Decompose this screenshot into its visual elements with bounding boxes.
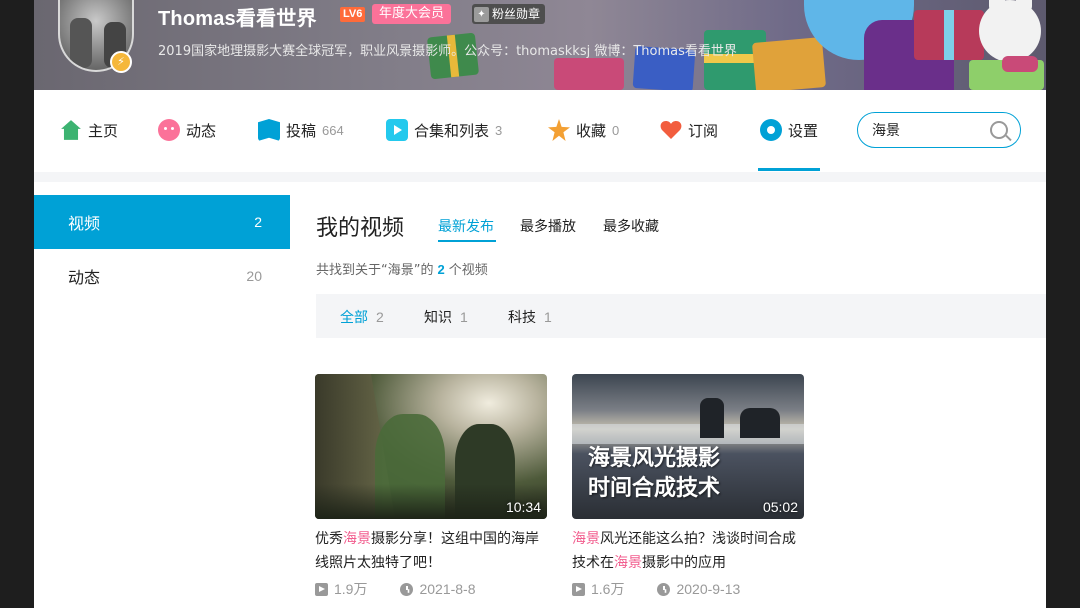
play-count-icon [315,582,328,596]
nav-item-label: 主页 [88,121,119,140]
video-meta: 1.6万 2020-9-13 [572,579,804,599]
space-nav: 主页 动态 投稿 664 合集和列表 3 收藏 0 订阅 设置 [34,90,1046,172]
search-result-sidebar: 视频 2 动态 20 [34,182,290,608]
home-icon [61,120,81,140]
settings-icon [760,119,782,141]
nav-item-label: 动态 [186,121,217,140]
fans-medal-label: 粉丝勋章 [492,7,541,21]
sidebar-item-count: 2 [254,214,262,230]
subscribe-icon [660,119,682,141]
nav-item-dynamic[interactable]: 动态 [158,118,216,142]
nav-item-label: 设置 [788,121,819,140]
keyword-highlight: 海景 [343,531,371,547]
user-signature: 2019国家地理摄影大赛全球冠军，职业风景摄影师。公众号：thomaskksj … [158,44,737,59]
favorite-icon [548,119,570,141]
play-count-icon [572,582,585,596]
nav-active-indicator [758,168,820,171]
tab-most-played[interactable]: 最多播放 [520,216,576,236]
medal-icon: ✦ [474,6,489,22]
publish-date: 2020-9-13 [676,581,741,597]
video-duration: 05:02 [762,499,798,515]
search-results: 我的视频 最新发布 最多播放 最多收藏 共找到关于“海景”的 2 个视频 全部 2 知… [290,182,1046,608]
page-title: 我的视频 [316,216,405,241]
fans-medal-badge[interactable]: ✦ 粉丝勋章 [472,4,546,24]
filter-count: 1 [544,309,552,325]
sidebar-item-label: 视频 [68,214,101,233]
search-input[interactable] [872,120,982,140]
nav-item-uploads[interactable]: 投稿 664 [258,118,344,142]
nav-item-count: 664 [322,122,344,138]
video-card[interactable]: 10:34 优秀海景摄影分享！这组中国的海岸线照片太独特了吧！ 1.9万 202… [315,374,547,599]
category-filter-bar: 全部 2 知识 1 科技 1 [316,294,1046,338]
nav-item-label: 收藏 [576,121,607,140]
tab-most-favorited[interactable]: 最多收藏 [603,216,659,236]
nav-item-count: 3 [495,122,503,138]
sidebar-item-dynamics[interactable]: 动态 20 [34,249,290,303]
search-icon[interactable] [990,121,1008,139]
video-thumbnail[interactable]: 海景风光摄影 时间合成技术 05:02 [572,374,804,519]
video-thumbnail[interactable]: 10:34 [315,374,547,519]
dynamic-icon [158,119,180,141]
keyword-highlight: 海景 [614,555,642,571]
space-search[interactable] [857,112,1021,148]
clock-icon [400,582,414,596]
sidebar-item-count: 20 [246,268,262,284]
filter-label: 知识 [424,310,452,326]
collection-icon [386,119,408,141]
nav-item-count: 0 [612,122,620,138]
nav-item-label: 投稿 [286,121,317,140]
view-count: 1.6万 [591,581,625,597]
video-card[interactable]: 海景风光摄影 时间合成技术 05:02 海景风光还能这么拍？浅谈时间合成技术在海… [572,374,804,599]
profile-banner: ⚡ Thomas看看世界 LV6 年度大会员 ✦ 粉丝勋章 2019国家地理摄影… [34,0,1046,90]
nav-item-favorites[interactable]: 收藏 0 [548,118,619,142]
result-count: 2 [437,262,445,277]
verified-badge-icon: ⚡ [110,51,132,73]
filter-label: 全部 [340,310,368,326]
filter-count: 1 [460,309,468,325]
nav-item-subscriptions[interactable]: 订阅 [660,118,718,142]
filter-label: 科技 [508,310,536,326]
nav-item-label: 订阅 [688,121,719,140]
video-title[interactable]: 优秀海景摄影分享！这组中国的海岸线照片太独特了吧！ [315,527,547,575]
nav-item-label: 合集和列表 [414,121,490,140]
video-duration: 10:34 [505,499,541,515]
upload-icon [258,119,280,141]
filter-all[interactable]: 全部 2 [340,307,384,327]
view-count: 1.9万 [334,581,368,597]
level-badge: LV6 [340,7,366,22]
sidebar-item-videos[interactable]: 视频 2 [34,195,290,249]
clock-icon [657,582,671,596]
filter-knowledge[interactable]: 知识 1 [424,307,468,327]
tab-active-indicator [438,240,496,242]
filter-tech[interactable]: 科技 1 [508,307,552,327]
vip-badge[interactable]: 年度大会员 [372,4,452,24]
result-summary: 共找到关于“海景”的 2 个视频 [316,262,488,278]
nav-item-collections[interactable]: 合集和列表 3 [386,118,502,142]
space-page: ⚡ Thomas看看世界 LV6 年度大会员 ✦ 粉丝勋章 2019国家地理摄影… [34,0,1046,608]
video-title[interactable]: 海景风光还能这么拍？浅谈时间合成技术在海景摄影中的应用 [572,527,804,575]
nav-item-settings[interactable]: 设置 [760,118,818,142]
sidebar-item-label: 动态 [68,268,101,287]
user-name[interactable]: Thomas看看世界 [158,2,317,31]
video-meta: 1.9万 2021-8-8 [315,579,547,599]
nav-item-home[interactable]: 主页 [60,118,118,142]
publish-date: 2021-8-8 [419,581,476,597]
tab-latest[interactable]: 最新发布 [438,216,494,236]
keyword-highlight: 海景 [572,531,600,547]
filter-count: 2 [376,309,384,325]
thumbnail-caption: 海景风光摄影 时间合成技术 [588,446,721,501]
